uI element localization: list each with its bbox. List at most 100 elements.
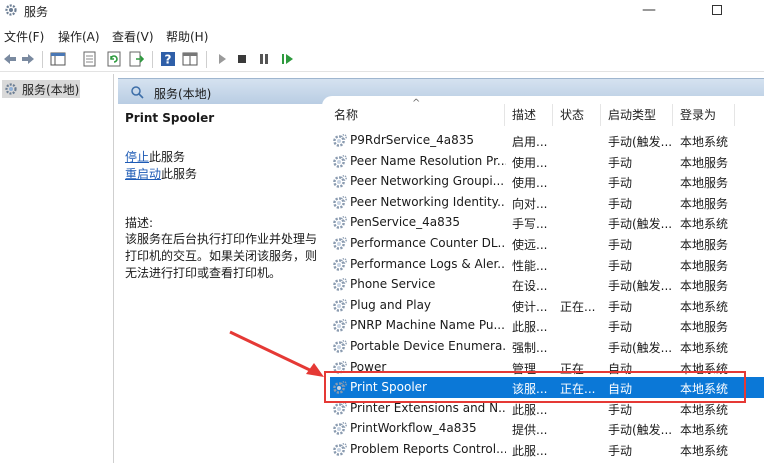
service-gear-icon	[333, 401, 347, 415]
cell-logon-as: 本地服务	[680, 279, 729, 294]
column-header-status[interactable]: 状态	[560, 106, 584, 123]
cell-logon-as: 本地系统	[680, 444, 729, 458]
start-service-icon[interactable]	[214, 51, 230, 67]
window-title: 服务	[24, 5, 49, 19]
cell-status: 正在...	[560, 299, 596, 314]
stop-suffix: 此服务	[149, 150, 186, 164]
column-divider[interactable]	[552, 104, 553, 126]
table-row[interactable]: Phone Service 在设... 手动(触发... 本地服务	[330, 274, 764, 295]
table-row[interactable]: Problem Reports Control... 此服... 手动 本地系统	[330, 439, 764, 460]
menu-bar: 文件(F) 操作(A) 查看(V) 帮助(H)	[0, 24, 764, 46]
pause-service-icon[interactable]	[256, 51, 272, 67]
main-header-label: 服务(本地)	[154, 87, 212, 101]
highlight-box	[324, 371, 746, 403]
table-row[interactable]: PrintWorkflow_4a835 提供... 手动(触发... 本地系统	[330, 418, 764, 439]
table-row[interactable]: Peer Networking Identity... 向对... 手动 本地服务	[330, 192, 764, 213]
cell-name: P9RdrService_4a835	[350, 133, 475, 147]
tree-item-services-local[interactable]: 服务(本地)	[2, 80, 80, 98]
cell-description: 在设...	[512, 279, 548, 294]
cell-logon-as: 本地系统	[680, 135, 729, 149]
service-gear-icon	[333, 134, 347, 147]
stop-link[interactable]: 停止	[125, 150, 149, 164]
cell-description: 使用...	[512, 155, 548, 170]
menu-help[interactable]: 帮助(H)	[166, 28, 208, 45]
table-row[interactable]: P9RdrService_4a835 启用... 手动(触发... 本地系统	[330, 130, 764, 151]
menu-file[interactable]: 文件(F)	[4, 28, 44, 45]
column-header-description[interactable]: 描述	[512, 106, 536, 123]
cell-startup-type: 手动	[608, 320, 633, 335]
cell-startup-type: 手动(触发...	[608, 217, 673, 232]
menu-view[interactable]: 查看(V)	[112, 28, 154, 45]
cell-description: 使远...	[512, 238, 548, 252]
service-gear-icon	[333, 298, 347, 312]
details-pane: Print Spooler 停止此服务 重启动此服务 描述: 该服务在后台执行打…	[118, 104, 322, 463]
service-gear-icon	[333, 257, 347, 271]
description-label: 描述:	[125, 216, 154, 230]
column-divider[interactable]	[672, 104, 673, 126]
table-row[interactable]: Portable Device Enumera... 强制... 手动(触发... 本…	[330, 336, 764, 357]
cell-startup-type: 手动	[608, 238, 633, 252]
toolbar-separator	[206, 51, 207, 68]
maximize-icon	[712, 5, 722, 15]
cell-startup-type: 手动(触发...	[608, 341, 673, 355]
export-list-icon[interactable]	[128, 51, 144, 67]
maximize-button[interactable]	[694, 0, 740, 22]
red-arrow-annotation	[229, 330, 324, 377]
column-header-logon-as[interactable]: 登录为	[680, 106, 716, 123]
table-row[interactable]: Peer Networking Groupi... 使用... 手动 本地服务	[330, 171, 764, 192]
cell-name: Peer Name Resolution Pr...	[350, 153, 506, 168]
menu-action[interactable]: 操作(A)	[58, 28, 100, 45]
minimize-button[interactable]: —	[626, 0, 672, 22]
cell-startup-type: 手动	[608, 402, 633, 417]
cell-description: 此服...	[512, 402, 548, 417]
cell-startup-type: 手动(触发...	[608, 423, 673, 438]
toolbar-separator	[152, 51, 153, 68]
column-divider[interactable]	[734, 104, 735, 126]
refresh-icon[interactable]	[106, 51, 122, 67]
column-header-name[interactable]: 名称	[334, 106, 358, 123]
console-tree-icon[interactable]	[50, 51, 66, 67]
cell-startup-type: 手动	[608, 196, 633, 211]
cell-description: 提供...	[512, 423, 548, 438]
service-gear-icon	[333, 278, 347, 291]
toolbar: ?	[0, 48, 764, 72]
back-arrow-icon[interactable]	[2, 51, 18, 67]
table-row[interactable]: Performance Logs & Aler... 性能... 手动 本地服务	[330, 254, 764, 275]
sort-indicator: ^	[412, 98, 421, 109]
service-gear-icon	[333, 443, 347, 456]
cell-name: Peer Networking Groupi...	[350, 174, 505, 189]
restart-action: 重启动此服务	[125, 165, 197, 182]
stop-service-icon[interactable]	[234, 51, 250, 67]
tree-item-label: 服务(本地)	[22, 83, 80, 97]
cell-name: Portable Device Enumera...	[350, 339, 506, 353]
column-divider[interactable]	[600, 104, 601, 126]
restart-service-icon[interactable]	[280, 51, 296, 67]
cell-startup-type: 手动	[608, 299, 633, 314]
table-row[interactable]: Peer Name Resolution Pr... 使用... 手动 本地服务	[330, 151, 764, 172]
cell-name: Performance Counter DL...	[350, 236, 506, 250]
column-header-startup-type[interactable]: 启动类型	[608, 106, 656, 123]
service-gear-icon	[333, 216, 347, 230]
search-icon	[131, 86, 144, 99]
cell-startup-type: 手动	[608, 258, 633, 273]
cell-description: 强制...	[512, 341, 548, 355]
cell-name: PenService_4a835	[350, 215, 461, 230]
forward-arrow-icon[interactable]	[20, 51, 36, 67]
cell-description: 使计...	[512, 299, 548, 314]
cell-name: PNRP Machine Name Pu...	[350, 318, 505, 333]
restart-link[interactable]: 重启动	[125, 167, 161, 181]
properties-icon[interactable]	[82, 51, 98, 67]
table-row[interactable]: PNRP Machine Name Pu... 此服... 手动 本地服务	[330, 315, 764, 336]
help-icon[interactable]: ?	[160, 51, 176, 67]
show-hide-pane-icon[interactable]	[182, 51, 198, 67]
toolbar-separator	[42, 51, 43, 68]
service-gear-icon	[333, 175, 347, 188]
column-divider[interactable]	[504, 104, 505, 126]
table-row[interactable]: Performance Counter DL... 使远... 手动 本地服务	[330, 233, 764, 254]
cell-startup-type: 手动	[608, 444, 633, 458]
table-row[interactable]: PenService_4a835 手写... 手动(触发... 本地系统	[330, 212, 764, 233]
cell-startup-type: 手动	[608, 176, 633, 191]
table-row[interactable]: Plug and Play 使计... 正在... 手动 本地系统	[330, 295, 764, 316]
cell-logon-as: 本地服务	[680, 176, 729, 191]
cell-startup-type: 手动(触发...	[608, 135, 673, 149]
